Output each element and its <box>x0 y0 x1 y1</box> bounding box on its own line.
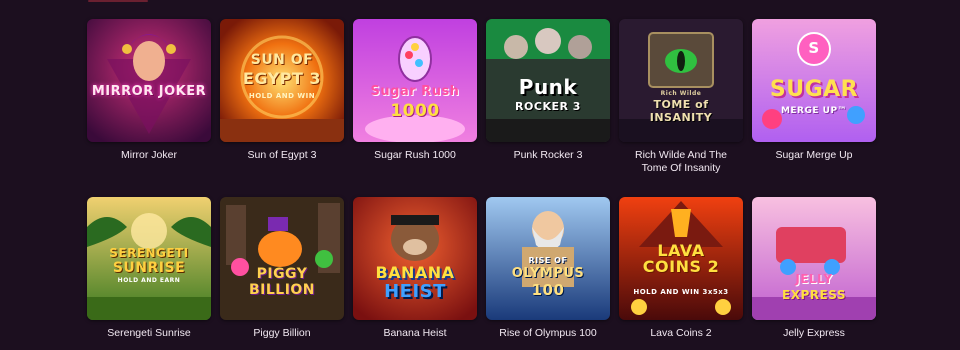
game-title[interactable]: Mirror Joker <box>87 149 211 162</box>
game-thumbnail[interactable]: BANANA HEIST <box>353 197 477 320</box>
game-title[interactable]: Lava Coins 2 <box>619 327 743 340</box>
game-logo-line2: TOME of <box>653 98 709 111</box>
game-thumbnail[interactable]: JELLY EXPRESS <box>752 197 876 320</box>
game-logo-line1: Sugar Rush <box>370 84 460 99</box>
game-title[interactable]: Serengeti Sunrise <box>87 327 211 340</box>
game-logo-line1: SERENGETI <box>109 246 189 260</box>
game-title[interactable]: Sun of Egypt 3 <box>220 149 344 162</box>
game-title[interactable]: Piggy Billion <box>220 327 344 340</box>
mirror-joker-art <box>87 19 211 142</box>
game-thumbnail[interactable]: Sugar Rush 1000 <box>353 19 477 142</box>
game-logo-line2: BILLION <box>248 282 316 298</box>
game-logo-line3: HOLD AND WIN 3x5x3 <box>633 288 729 296</box>
game-thumbnail[interactable]: SERENGETI SUNRISE HOLD AND EARN <box>87 197 211 320</box>
sugar-rush-art <box>353 19 477 142</box>
section-accent <box>88 0 148 2</box>
game-logo-text: MIRROR JOKER <box>91 84 207 99</box>
game-logo-line3: HOLD AND EARN <box>117 277 181 284</box>
game-tile-rich-wilde-tome-of-insanity[interactable]: Rich Wilde TOME of INSANITY Rich Wilde A… <box>619 19 743 197</box>
game-logo-line2: EXPRESS <box>782 288 846 302</box>
game-title[interactable]: Rise of Olympus 100 <box>486 327 610 340</box>
game-title[interactable]: Sugar Merge Up <box>752 149 876 162</box>
game-logo-line1: SUN OF <box>250 52 314 68</box>
game-tile-rise-of-olympus-100[interactable]: RISE OF OLYMPUS 100 Rise of Olympus 100 <box>486 197 610 347</box>
game-tile-mirror-joker[interactable]: MIRROR JOKER Mirror Joker <box>87 19 211 197</box>
game-logo-line2: HEIST <box>384 281 446 302</box>
game-thumbnail[interactable]: SUN OF EGYPT 3 HOLD AND WIN <box>220 19 344 142</box>
game-tile-lava-coins-2[interactable]: LAVA COINS 2 HOLD AND WIN 3x5x3 Lava Coi… <box>619 197 743 347</box>
piggy-billion-art <box>220 197 344 320</box>
game-tile-sugar-rush-1000[interactable]: Sugar Rush 1000 Sugar Rush 1000 <box>353 19 477 197</box>
game-logo-line1: SUGAR <box>769 77 859 102</box>
game-logo-line2: SUNRISE <box>112 260 186 276</box>
game-logo-line1: Rich Wilde <box>660 90 702 97</box>
game-logo-line2: EGYPT 3 <box>242 69 322 88</box>
game-title[interactable]: Banana Heist <box>353 327 477 340</box>
game-logo-line2: COINS 2 <box>642 257 720 276</box>
game-tile-serengeti-sunrise[interactable]: SERENGETI SUNRISE HOLD AND EARN Serenget… <box>87 197 211 347</box>
game-title[interactable]: Jelly Express <box>752 327 876 340</box>
game-thumbnail[interactable]: PIGGY BILLION <box>220 197 344 320</box>
game-logo-line2: ROCKER 3 <box>515 100 581 113</box>
game-tile-jelly-express[interactable]: JELLY EXPRESS Jelly Express <box>752 197 876 347</box>
game-logo-line2: 1000 <box>390 101 440 121</box>
game-logo-line1: RISE OF <box>528 256 568 265</box>
game-logo-s: S <box>808 39 820 57</box>
game-tile-sugar-merge-up[interactable]: S SUGAR MERGE UP™ Sugar Merge Up <box>752 19 876 197</box>
game-thumbnail[interactable]: S SUGAR MERGE UP™ <box>752 19 876 142</box>
top-bar <box>0 0 960 4</box>
game-thumbnail[interactable]: LAVA COINS 2 HOLD AND WIN 3x5x3 <box>619 197 743 320</box>
game-grid: MIRROR JOKER Mirror Joker SUN OF EGYPT 3 <box>87 19 876 347</box>
game-logo-line2: MERGE UP™ <box>780 106 848 116</box>
game-logo-line3: 100 <box>531 281 565 299</box>
game-title[interactable]: Sugar Rush 1000 <box>353 149 477 162</box>
game-tile-piggy-billion[interactable]: PIGGY BILLION Piggy Billion <box>220 197 344 347</box>
game-thumbnail[interactable]: Rich Wilde TOME of INSANITY <box>619 19 743 142</box>
game-tile-sun-of-egypt-3[interactable]: SUN OF EGYPT 3 HOLD AND WIN Sun of Egypt… <box>220 19 344 197</box>
game-logo-line3: INSANITY <box>649 111 713 124</box>
game-logo-line1: BANANA <box>375 263 455 282</box>
game-logo-line1: PIGGY <box>256 266 308 282</box>
game-title[interactable]: Punk Rocker 3 <box>486 149 610 162</box>
game-logo-line1: JELLY <box>795 272 833 286</box>
game-title[interactable]: Rich Wilde And The Tome Of Insanity <box>619 149 743 175</box>
game-thumbnail[interactable]: MIRROR JOKER <box>87 19 211 142</box>
game-logo-line2: OLYMPUS <box>511 266 585 281</box>
game-thumbnail[interactable]: Punk ROCKER 3 <box>486 19 610 142</box>
game-tile-punk-rocker-3[interactable]: Punk ROCKER 3 Punk Rocker 3 <box>486 19 610 197</box>
game-logo-line1: Punk <box>518 75 578 99</box>
game-tile-banana-heist[interactable]: BANANA HEIST Banana Heist <box>353 197 477 347</box>
game-thumbnail[interactable]: RISE OF OLYMPUS 100 <box>486 197 610 320</box>
game-logo-line3: HOLD AND WIN <box>248 92 316 100</box>
